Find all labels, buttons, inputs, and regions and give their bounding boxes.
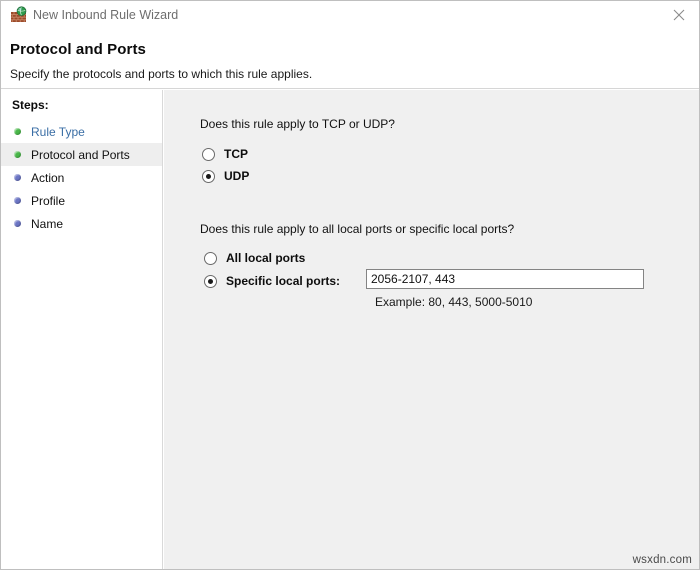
- radio-tcp[interactable]: TCP: [202, 147, 248, 161]
- step-bullet-icon: [14, 174, 21, 181]
- radio-all-local-ports-label: All local ports: [226, 251, 306, 265]
- radio-udp[interactable]: UDP: [202, 169, 249, 183]
- sidebar-item-label: Name: [31, 216, 64, 231]
- step-bullet-icon: [14, 197, 21, 204]
- sidebar-item-name[interactable]: Name: [1, 212, 162, 235]
- sidebar-item-label: Protocol and Ports: [31, 147, 130, 162]
- title-bar: New Inbound Rule Wizard: [1, 1, 699, 29]
- watermark: wsxdn.com: [632, 554, 692, 566]
- ports-example-hint: Example: 80, 443, 5000-5010: [375, 295, 533, 309]
- steps-heading: Steps:: [12, 98, 49, 112]
- step-bullet-icon: [14, 220, 21, 227]
- radio-udp-label: UDP: [224, 169, 250, 183]
- step-bullet-icon: [14, 151, 21, 158]
- ports-question: Does this rule apply to all local ports …: [200, 222, 515, 236]
- window-title: New Inbound Rule Wizard: [33, 8, 179, 22]
- radio-tcp-indicator: [202, 147, 215, 161]
- radio-udp-indicator: [202, 169, 215, 183]
- page-subtitle: Specify the protocols and ports to which…: [10, 67, 313, 81]
- sidebar-item-action[interactable]: Action: [1, 166, 162, 189]
- specific-local-ports-input[interactable]: [366, 269, 644, 289]
- page-title: Protocol and Ports: [10, 41, 146, 58]
- firewall-globe-icon: [10, 6, 28, 24]
- steps-list: Rule Type Protocol and Ports Action Prof…: [1, 120, 162, 235]
- sidebar-item-label: Action: [31, 170, 65, 185]
- protocol-question: Does this rule apply to TCP or UDP?: [200, 117, 395, 131]
- radio-all-local-ports[interactable]: All local ports: [204, 251, 305, 265]
- main-panel: Does this rule apply to TCP or UDP? TCP …: [164, 90, 699, 569]
- sidebar-item-label: Rule Type: [31, 124, 85, 139]
- radio-specific-local-ports-indicator: [204, 274, 217, 288]
- steps-sidebar: Steps: Rule Type Protocol and Ports Acti…: [1, 90, 163, 569]
- radio-specific-local-ports-label: Specific local ports:: [226, 274, 341, 288]
- sidebar-item-profile[interactable]: Profile: [1, 189, 162, 212]
- sidebar-item-label: Profile: [31, 193, 66, 208]
- radio-all-local-ports-indicator: [204, 251, 217, 265]
- sidebar-item-protocol-and-ports[interactable]: Protocol and Ports: [1, 143, 162, 166]
- step-bullet-icon: [14, 128, 21, 135]
- wizard-window: New Inbound Rule Wizard Protocol and Por…: [0, 0, 700, 570]
- radio-tcp-label: TCP: [224, 147, 248, 161]
- close-icon[interactable]: [656, 1, 699, 29]
- sidebar-item-rule-type[interactable]: Rule Type: [1, 120, 162, 143]
- radio-specific-local-ports[interactable]: Specific local ports:: [204, 274, 340, 288]
- page-header: Protocol and Ports Specify the protocols…: [1, 29, 699, 89]
